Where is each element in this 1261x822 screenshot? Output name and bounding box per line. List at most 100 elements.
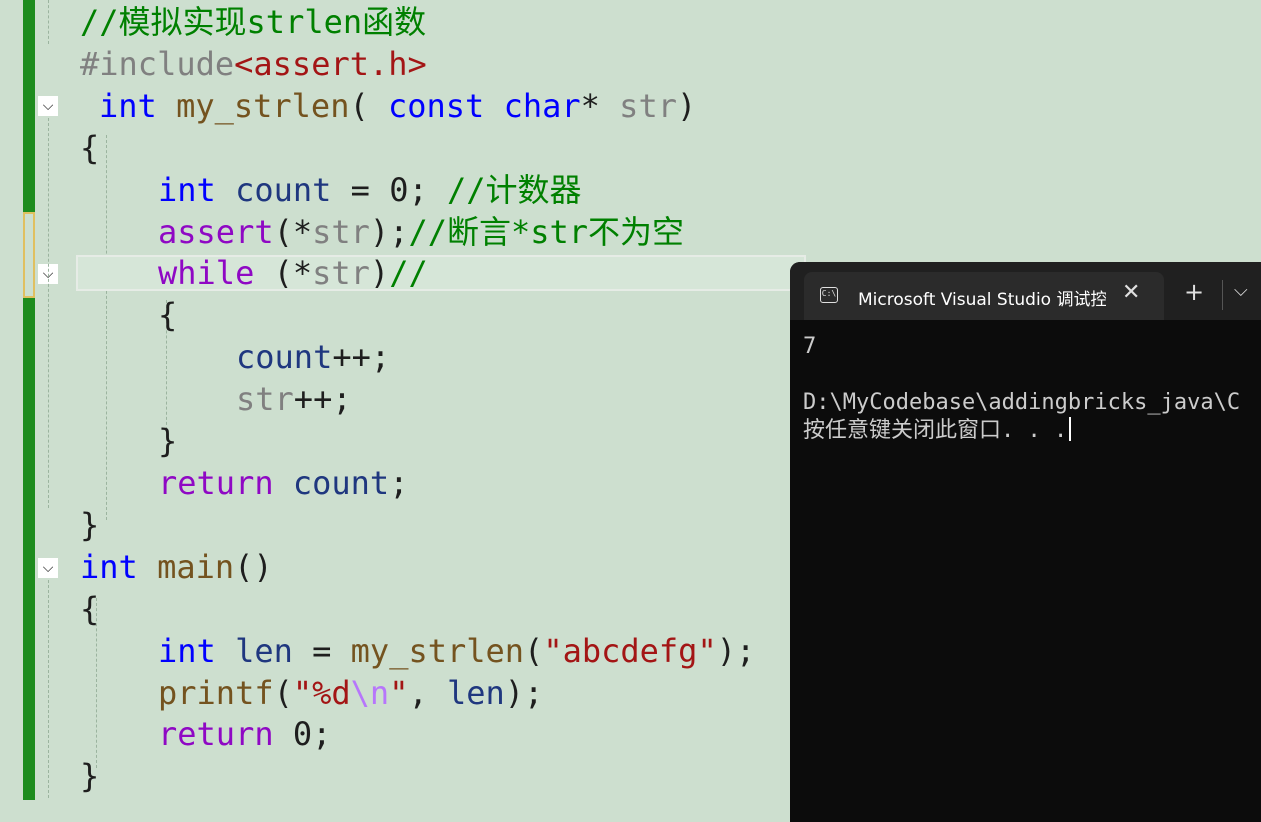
close-icon[interactable]: ✕: [1122, 280, 1140, 305]
punctuation: = 0;: [331, 171, 447, 209]
escape-sequence: \n: [350, 674, 390, 712]
function-name: my_strlen: [350, 632, 525, 670]
variable: len: [446, 674, 505, 712]
punctuation: );: [504, 674, 544, 712]
code-line-7[interactable]: while (*str)//: [158, 253, 428, 293]
code-line-19[interactable]: }: [80, 756, 99, 796]
collapse-toggle-main[interactable]: ⌵: [38, 558, 58, 578]
string-literal: "abcdefg": [543, 632, 717, 670]
comment: //: [389, 254, 428, 292]
keyword: char: [503, 87, 581, 125]
code-line-10[interactable]: str++;: [236, 379, 352, 419]
keyword: int: [158, 632, 216, 670]
change-tracking-bar: [23, 0, 35, 800]
code-line-18[interactable]: return 0;: [158, 714, 331, 754]
parameter: str: [236, 380, 294, 418]
code-line-15[interactable]: {: [80, 589, 99, 629]
variable: count: [236, 338, 333, 376]
variable: count: [235, 171, 332, 209]
punctuation: ): [369, 254, 390, 292]
keyword: return: [158, 464, 274, 502]
code-line-2[interactable]: #include<assert.h>: [80, 44, 427, 84]
brace: {: [80, 590, 100, 628]
console-tab[interactable]: C:\ Microsoft Visual Studio 调试控制台 ✕: [804, 272, 1164, 320]
parameter: str: [312, 254, 370, 292]
outline-guide: [48, 118, 49, 508]
outline-guide: [48, 580, 49, 798]
console-output-line: 7: [803, 334, 817, 359]
keyword: while: [158, 254, 255, 292]
parameter: str: [619, 87, 677, 125]
console-tab-bar: C:\ Microsoft Visual Studio 调试控制台 ✕ + ⌵: [790, 262, 1261, 320]
code-line-13[interactable]: }: [80, 505, 99, 545]
console-output-line: 按任意键关闭此窗口. . .: [803, 417, 1072, 445]
parameter: str: [312, 213, 370, 251]
console-prompt-text: 按任意键关闭此窗口. . .: [803, 418, 1068, 443]
string-literal: "%d: [292, 674, 351, 712]
punctuation: (*: [254, 254, 313, 292]
code-line-11[interactable]: }: [158, 421, 177, 461]
indent-guide: [106, 135, 107, 520]
comment: //断言*str不为空: [408, 213, 685, 251]
string-literal: ": [389, 674, 409, 712]
keyword: int: [158, 171, 216, 209]
punctuation: ++;: [332, 338, 391, 376]
keyword: int: [99, 87, 157, 125]
code-line-3[interactable]: int my_strlen( const char* str): [99, 86, 696, 126]
variable: count: [292, 464, 390, 502]
punctuation: );: [369, 213, 409, 251]
code-line-6[interactable]: assert(*str);//断言*str不为空: [158, 212, 684, 252]
punctuation: ++;: [293, 380, 352, 418]
console-tab-title: Microsoft Visual Studio 调试控制台: [858, 290, 1106, 310]
code-line-17[interactable]: printf("%d\n", len);: [158, 673, 543, 713]
punctuation: ;: [389, 464, 409, 502]
chevron-down-icon: ⌵: [42, 560, 54, 576]
chevron-down-icon: ⌵: [42, 98, 54, 114]
code-line-5[interactable]: int count = 0; //计数器: [158, 170, 582, 210]
outline-guide: [48, 0, 49, 44]
keyword: int: [80, 548, 138, 586]
function-name: main: [157, 548, 235, 586]
chevron-down-icon[interactable]: ⌵: [1234, 280, 1248, 301]
code-line-8[interactable]: {: [158, 295, 177, 335]
function-name: printf: [158, 674, 274, 712]
code-line-12[interactable]: return count;: [158, 463, 408, 503]
brace: }: [80, 506, 100, 544]
keyword: return: [158, 715, 274, 753]
console-output-line: D:\MyCodebase\addingbricks_java\C: [803, 390, 1241, 415]
punctuation: (*: [273, 213, 313, 251]
preprocessor-directive: #include: [80, 45, 235, 83]
punctuation: *: [580, 87, 620, 125]
add-tab-icon[interactable]: +: [1184, 280, 1204, 304]
tab-separator: [1222, 280, 1223, 310]
include-header: <assert.h>: [234, 45, 427, 83]
keyword: const: [387, 87, 485, 125]
code-line-16[interactable]: int len = my_strlen("abcdefg");: [158, 631, 755, 671]
collapse-toggle-my-strlen[interactable]: ⌵: [38, 96, 58, 116]
code-line-1[interactable]: //模拟实现strlen函数: [80, 2, 426, 42]
comment: //模拟实现strlen函数: [80, 3, 427, 41]
terminal-icon: C:\: [820, 287, 838, 303]
macro-name: assert: [158, 213, 274, 251]
punctuation: ,: [408, 674, 447, 712]
punctuation: 0;: [273, 715, 332, 753]
code-line-9[interactable]: count++;: [236, 337, 390, 377]
function-name: my_strlen: [176, 87, 350, 125]
variable: len: [235, 632, 293, 670]
brace: }: [158, 422, 178, 460]
comment: //计数器: [446, 171, 582, 209]
punctuation: (): [234, 548, 273, 586]
punctuation: );: [716, 632, 756, 670]
code-line-4[interactable]: {: [80, 128, 99, 168]
code-line-14[interactable]: int main(): [80, 547, 273, 587]
debug-console-window[interactable]: C:\ Microsoft Visual Studio 调试控制台 ✕ + ⌵ …: [790, 262, 1261, 822]
punctuation: (: [349, 87, 388, 125]
punctuation: (: [524, 632, 544, 670]
brace: }: [80, 757, 100, 795]
punctuation: (: [273, 674, 293, 712]
brace: {: [158, 296, 178, 334]
